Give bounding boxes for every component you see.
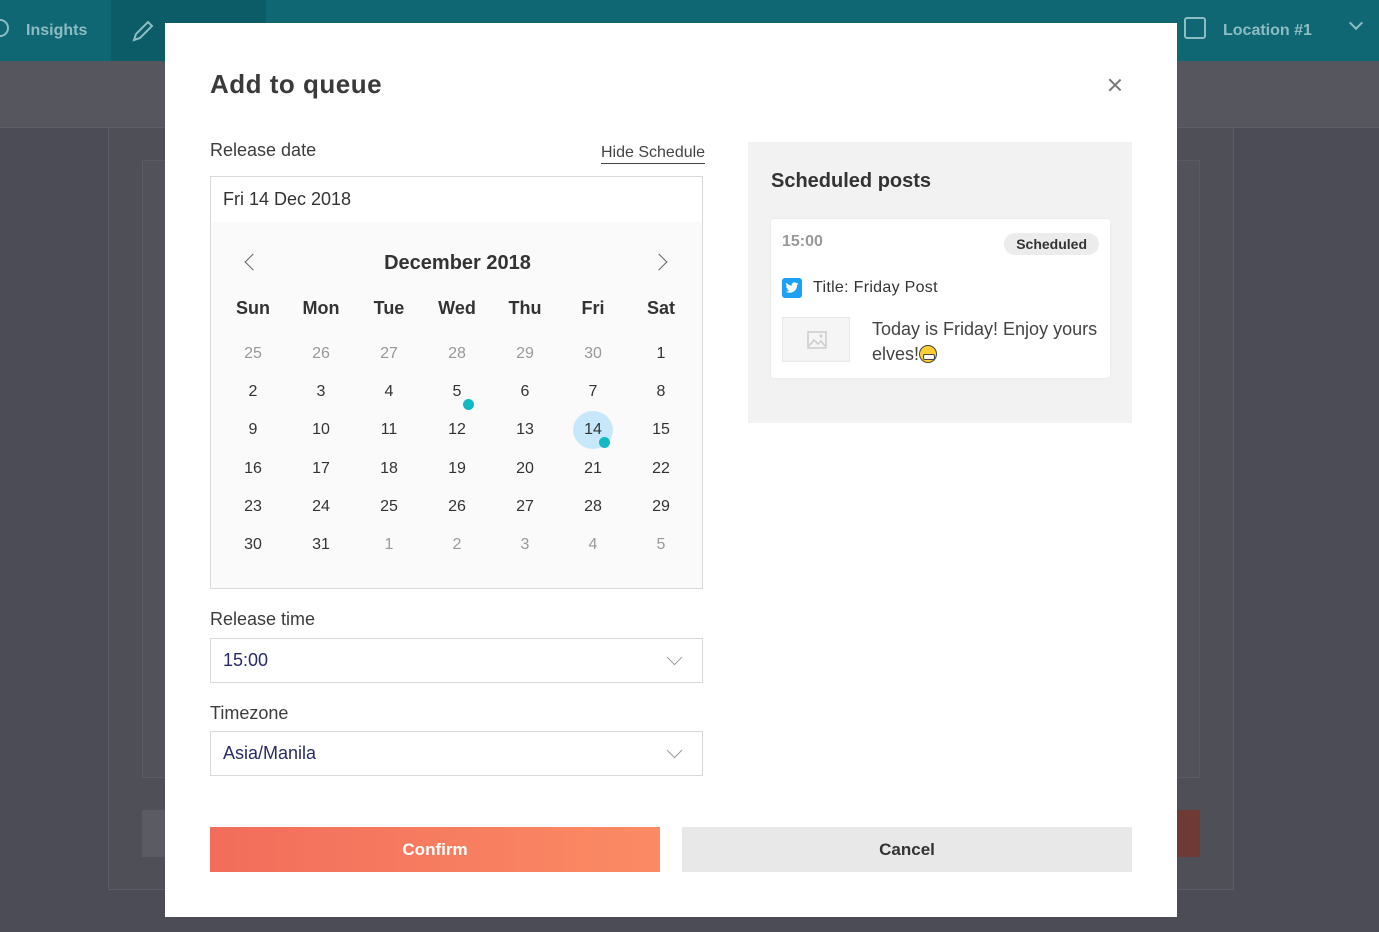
calendar-day[interactable]: 17 — [301, 450, 341, 488]
calendar-day[interactable]: 27 — [505, 488, 545, 526]
twitter-icon — [782, 278, 802, 298]
scheduled-indicator-dot — [463, 399, 474, 411]
weekday-header: Mon — [302, 298, 340, 318]
calendar-day[interactable]: 19 — [437, 450, 477, 488]
timezone-value: Asia/Manila — [223, 743, 317, 763]
chevron-down-icon — [666, 649, 683, 666]
background-button — [1175, 810, 1200, 857]
post-text: Today is Friday! Enjoy yours elves! — [872, 317, 1104, 367]
pencil-icon — [132, 20, 154, 42]
calendar-day[interactable]: 29 — [505, 335, 545, 373]
chevron-down-icon — [666, 742, 683, 759]
scheduled-post-card[interactable]: 15:00 Scheduled Title: Friday Post Today… — [771, 219, 1110, 378]
calendar-day[interactable]: 25 — [233, 335, 273, 373]
calendar-day[interactable]: 30 — [573, 335, 613, 373]
calendar-day[interactable]: 26 — [437, 488, 477, 526]
calendar-day[interactable]: 25 — [369, 488, 409, 526]
calendar-day[interactable]: 2 — [233, 373, 273, 411]
close-icon[interactable] — [1105, 75, 1125, 95]
image-placeholder-icon — [782, 317, 850, 362]
confirm-button[interactable]: Confirm — [210, 827, 660, 872]
weekday-header: Tue — [373, 298, 405, 318]
scheduled-indicator-dot — [599, 437, 610, 449]
date-picker-calendar: December 2018 Sun Mon Tue Wed Thu Fri Sat 25 26 2… — [210, 222, 703, 589]
calendar-day[interactable]: 5 — [641, 526, 681, 564]
calendar-day[interactable]: 18 — [369, 450, 409, 488]
store-icon — [1184, 17, 1206, 39]
calendar-day[interactable]: 3 — [505, 526, 545, 564]
calendar-day[interactable]: 27 — [369, 335, 409, 373]
weekday-header: Thu — [508, 298, 542, 318]
calendar-day[interactable]: 15 — [641, 411, 681, 449]
weekday-header: Fri — [581, 298, 605, 318]
globe-icon — [0, 19, 9, 37]
release-date-input[interactable]: Fri 14 Dec 2018 — [210, 176, 703, 223]
calendar-day[interactable]: 20 — [505, 450, 545, 488]
release-date-label: Release date — [210, 140, 317, 160]
weekday-header: Sat — [646, 298, 675, 318]
release-time-label: Release time — [210, 609, 316, 629]
calendar-day[interactable]: 8 — [641, 373, 681, 411]
calendar-day[interactable]: 12 — [437, 411, 477, 449]
calendar-day[interactable]: 28 — [437, 335, 477, 373]
calendar-day[interactable]: 16 — [233, 450, 273, 488]
location-label: Location #1 — [1223, 21, 1312, 39]
calendar-day[interactable]: 26 — [301, 335, 341, 373]
add-to-queue-modal: Add to queue Release date Hide Schedule … — [165, 23, 1177, 917]
calendar-day[interactable]: 2 — [437, 526, 477, 564]
weekday-header: Sun — [236, 298, 270, 318]
calendar-day[interactable]: 4 — [573, 526, 613, 564]
modal-title: Add to queue — [210, 69, 383, 99]
calendar-month-title: December 2018 — [384, 252, 531, 274]
calendar-day[interactable]: 31 — [301, 526, 341, 564]
weekday-header: Wed — [438, 298, 476, 318]
post-time: 15:00 — [782, 233, 823, 250]
hide-schedule-link[interactable]: Hide Schedule — [601, 144, 706, 164]
calendar-day[interactable]: 10 — [301, 411, 341, 449]
location-selector[interactable]: Location #1 — [1178, 0, 1379, 61]
calendar-day[interactable]: 11 — [369, 411, 409, 449]
calendar-day[interactable]: 9 — [233, 411, 273, 449]
chevron-down-icon — [1348, 15, 1364, 31]
calendar-day[interactable]: 21 — [573, 450, 613, 488]
calendar-day[interactable]: 22 — [641, 450, 681, 488]
scheduled-posts-title: Scheduled posts — [771, 170, 932, 192]
calendar-day[interactable]: 23 — [233, 488, 273, 526]
nav-insights-label: Insights — [26, 21, 88, 39]
calendar-day[interactable]: 6 — [505, 373, 545, 411]
release-time-select[interactable]: 15:00 — [210, 638, 703, 683]
calendar-day[interactable]: 29 — [641, 488, 681, 526]
calendar-day[interactable]: 1 — [641, 335, 681, 373]
calendar-day[interactable]: 1 — [369, 526, 409, 564]
grinning-face-emoji-icon — [919, 345, 938, 363]
calendar-day[interactable]: 3 — [301, 373, 341, 411]
nav-insights[interactable]: Insights — [0, 0, 110, 61]
timezone-select[interactable]: Asia/Manila — [210, 731, 703, 776]
calendar-day[interactable]: 4 — [369, 373, 409, 411]
status-badge: Scheduled — [1004, 233, 1099, 255]
post-text-content: Today is Friday! Enjoy yours elves! — [872, 319, 1098, 364]
calendar-day[interactable]: 13 — [505, 411, 545, 449]
release-time-value: 15:00 — [223, 650, 269, 670]
post-title: Title: Friday Post — [813, 279, 938, 296]
calendar-day[interactable]: 7 — [573, 373, 613, 411]
scheduled-posts-panel: Scheduled posts 15:00 Scheduled Title: F… — [748, 142, 1132, 423]
calendar-day[interactable]: 30 — [233, 526, 273, 564]
calendar-day[interactable]: 28 — [573, 488, 613, 526]
calendar-day[interactable]: 24 — [301, 488, 341, 526]
timezone-label: Timezone — [210, 703, 289, 723]
cancel-button[interactable]: Cancel — [682, 827, 1132, 872]
